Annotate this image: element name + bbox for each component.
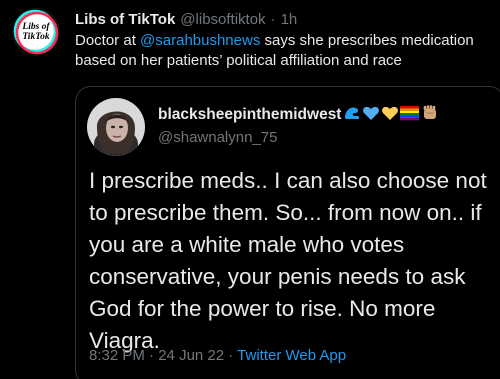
quoted-tweet-footer: 8:32 PM · 24 Jun 22 · Twitter Web App xyxy=(89,347,346,364)
quoted-display-name[interactable]: blacksheepinthemidwest xyxy=(158,106,341,124)
libs-of-tiktok-logo-icon: Libs of TikTok xyxy=(12,8,60,56)
profile-photo-icon xyxy=(87,98,145,156)
quoted-tweet[interactable]: blacksheepinthemidwest @shawnalynn_75 I … xyxy=(75,86,500,379)
quoted-display-name-row: blacksheepinthemidwest xyxy=(158,103,439,127)
rainbow-flag-icon xyxy=(400,105,420,126)
svg-text:Libs of: Libs of xyxy=(21,22,50,32)
blue-heart-icon xyxy=(362,104,380,127)
quoted-time[interactable]: 8:32 PM xyxy=(89,347,145,364)
display-name[interactable]: Libs of TikTok xyxy=(75,11,175,28)
quoted-avatar[interactable] xyxy=(87,98,145,156)
separator-dot: · xyxy=(270,10,276,28)
tweet-text: Doctor at @sarahbushnews says she prescr… xyxy=(75,31,490,71)
raised-fist-icon xyxy=(421,104,439,127)
yellow-heart-icon xyxy=(381,104,399,127)
quoted-handle[interactable]: @shawnalynn_75 xyxy=(158,129,277,146)
tweet-text-before: Doctor at xyxy=(75,32,141,49)
timestamp[interactable]: 1h xyxy=(281,11,298,28)
svg-text:TikTok: TikTok xyxy=(22,32,50,42)
tweet: Libs of TikTok Libs of TikTok @libsoftik… xyxy=(0,0,500,379)
name-emojis xyxy=(343,104,439,127)
mention-link[interactable]: @sarahbushnews xyxy=(140,32,260,49)
libs-of-tiktok-avatar[interactable]: Libs of TikTok xyxy=(12,8,60,56)
quoted-tweet-text: I prescribe meds.. I can also choose not… xyxy=(89,168,487,353)
tweet-header: Libs of TikTok @libsoftiktok · 1h xyxy=(75,8,297,30)
footer-separator: · xyxy=(224,347,238,364)
source-app-link[interactable]: Twitter Web App xyxy=(237,347,346,364)
footer-separator: · xyxy=(144,347,159,364)
quoted-date[interactable]: 24 Jun 22 xyxy=(158,347,224,364)
flexed-biceps-blue-icon xyxy=(343,104,361,127)
handle[interactable]: @libsoftiktok xyxy=(180,11,265,28)
